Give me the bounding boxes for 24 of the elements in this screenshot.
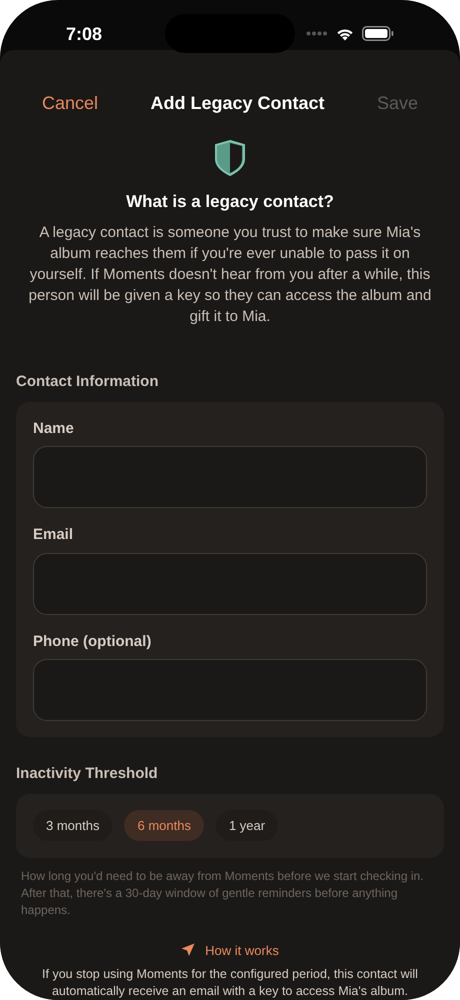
input-field[interactable] <box>33 659 427 721</box>
threshold-option[interactable]: 6 months <box>124 810 204 841</box>
field-label: Name <box>33 418 75 438</box>
field-label: Email <box>33 525 74 545</box>
how-it-works-link[interactable]: How it works <box>181 940 279 960</box>
threshold-option[interactable]: 3 months <box>33 810 112 841</box>
how-it-works-text: If you stop using Moments for the configured period, this contact will automatically receive an email with a key to access Mia's album. <box>41 966 419 1000</box>
section-heading: Inactivity Threshold <box>16 764 159 784</box>
section-heading: Contact Information <box>16 372 160 392</box>
intro-description: A legacy contact is someone you trust to make sure Mia's album reaches them if you're ever unable to pass it on yourself. If Moments doesn't hear from you after a while, this person will be given a key so they can access the album and gift it to Mia. <box>28 223 432 327</box>
status-time: 7:08 <box>66 23 102 46</box>
cancel-button[interactable]: Cancel <box>42 90 98 117</box>
input-field[interactable] <box>33 446 427 508</box>
threshold-help-text: How long you'd need to be away from Moments before we start checking in. After that, there's a 30-day window of gentle reminders before anything happens. <box>20 868 424 918</box>
send-icon <box>181 943 196 958</box>
threshold-option[interactable]: 1 year <box>216 810 278 841</box>
intro-title: What is a legacy contact? <box>125 190 335 213</box>
input-field[interactable] <box>33 552 427 614</box>
battery-icon <box>362 26 394 41</box>
wifi-icon <box>336 26 354 40</box>
shield-icon <box>214 138 246 176</box>
signal-icon <box>306 31 328 36</box>
field-label: Phone (optional) <box>33 632 152 652</box>
sheet-title: Add Legacy Contact <box>150 92 325 115</box>
